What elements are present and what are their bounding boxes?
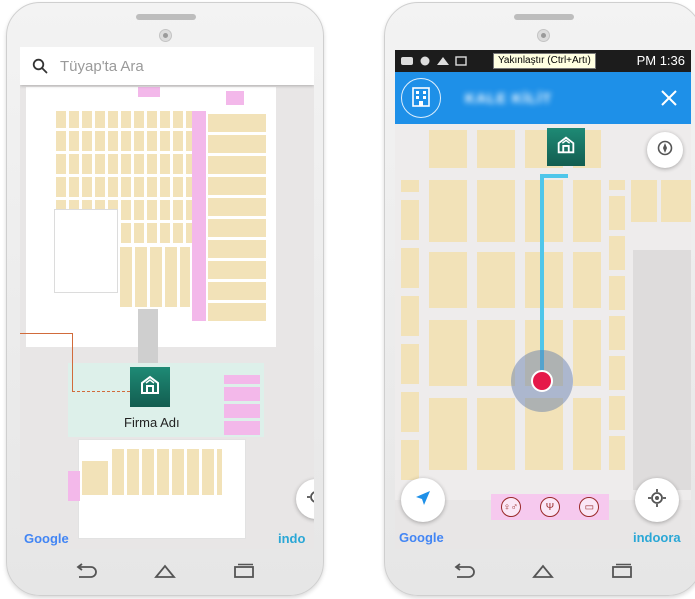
info-desk-icon[interactable]: ▭: [579, 497, 600, 517]
building-icon: [411, 85, 431, 112]
map-hall-booths[interactable]: [120, 247, 190, 307]
company-marker[interactable]: [547, 128, 585, 166]
map-gray-walkway: [138, 309, 158, 365]
zoom-tooltip: Yakınlaştır (Ctrl+Artı): [493, 53, 596, 69]
status-time: PM 1:36: [636, 53, 685, 68]
phone-speaker: [514, 14, 574, 20]
poi-bar: ♀♂ Ψ ▭: [491, 494, 609, 520]
my-location-icon: [648, 488, 666, 512]
recents-icon[interactable]: [605, 559, 639, 583]
android-nav-bar: [385, 547, 695, 595]
map-booth-row[interactable]: [429, 252, 601, 308]
company-marker-label[interactable]: Firma Adı: [124, 415, 180, 430]
map-gray-area: [633, 250, 691, 490]
map-pink-block: [68, 471, 80, 501]
back-icon[interactable]: [69, 559, 103, 583]
phone-speaker: [136, 14, 196, 20]
building-marker-icon: [138, 373, 162, 402]
map-pink-strip: [138, 87, 160, 97]
building-marker-icon: [555, 134, 577, 161]
restaurant-icon[interactable]: Ψ: [539, 497, 560, 517]
my-location-icon: [307, 488, 314, 511]
map-white-room: [54, 209, 118, 293]
company-marker[interactable]: [130, 367, 170, 407]
google-attribution: Google: [24, 531, 69, 546]
close-icon[interactable]: [655, 84, 683, 112]
map-route-line: [72, 333, 73, 391]
recents-icon[interactable]: [227, 559, 261, 583]
my-location-button[interactable]: [635, 478, 679, 522]
back-icon[interactable]: [447, 559, 481, 583]
my-location-button[interactable]: [296, 479, 314, 519]
indoora-attribution: indoora: [633, 530, 681, 545]
search-bar[interactable]: Tüyap'ta Ara: [20, 47, 314, 85]
restroom-icon[interactable]: ♀♂: [500, 497, 521, 517]
phone-right: ♀♂ Ψ ▭ Google indoora PM 1:36 Yakınlaştı…: [384, 2, 695, 596]
map-hall-booths[interactable]: [208, 111, 266, 321]
home-icon[interactable]: [148, 559, 182, 583]
map-hall-booths[interactable]: [82, 461, 108, 495]
phone-camera: [159, 29, 172, 42]
map-booth-row[interactable]: [429, 398, 601, 470]
map-screen-left[interactable]: Tüyap'ta Ara Firma Adı Google indo: [20, 47, 314, 549]
map-hall-booths[interactable]: [112, 449, 222, 495]
navigation-arrow-icon: [414, 489, 432, 512]
map-booth-column[interactable]: [401, 180, 419, 480]
map-pink-strip: [226, 91, 244, 105]
compass-icon: [656, 139, 674, 162]
company-avatar[interactable]: [401, 78, 441, 118]
indoora-attribution: indo: [278, 531, 306, 546]
compass-button[interactable]: [647, 132, 683, 168]
map-booth-column[interactable]: [609, 180, 625, 470]
navigation-button[interactable]: [401, 478, 445, 522]
search-input[interactable]: Tüyap'ta Ara: [60, 58, 144, 75]
route-line: [540, 174, 568, 178]
map-pink-corridor: [192, 111, 206, 321]
map-booth-row[interactable]: [429, 180, 601, 242]
company-title: KALE KİLİT: [465, 90, 552, 106]
google-attribution: Google: [399, 530, 444, 545]
search-icon[interactable]: [20, 47, 60, 85]
map-route-line: [72, 391, 130, 392]
map-screen-right[interactable]: ♀♂ Ψ ▭ Google indoora PM 1:36 Yakınlaştı…: [395, 50, 691, 549]
map-pink-area: [224, 375, 260, 435]
phone-left: Tüyap'ta Ara Firma Adı Google indo: [6, 2, 324, 596]
map-booth-column[interactable]: [631, 180, 657, 222]
notification-icons: [401, 56, 467, 66]
user-location-dot[interactable]: [531, 370, 553, 392]
map-route-line: [20, 333, 73, 334]
map-booth-column[interactable]: [661, 180, 691, 222]
app-bar: KALE KİLİT: [395, 72, 691, 124]
android-nav-bar: [7, 547, 323, 595]
phone-camera: [537, 29, 550, 42]
home-icon[interactable]: [526, 559, 560, 583]
